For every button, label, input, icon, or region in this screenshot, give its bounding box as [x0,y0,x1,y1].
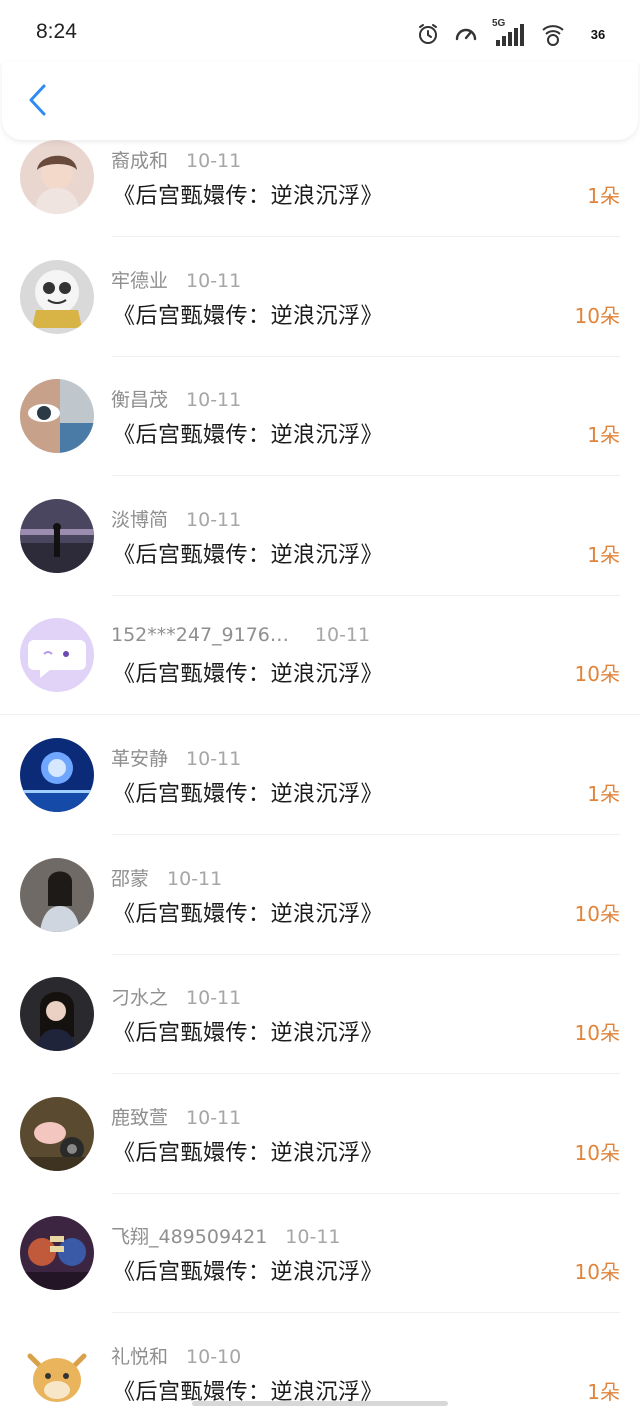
user-name: 衡昌茂 [111,389,169,412]
divider [112,833,620,835]
gift-amount: 1朵 [587,542,620,567]
avatar[interactable] [20,1335,94,1408]
book-title: 《后宫甄嬛传：逆浪沉浮》 [113,303,384,329]
home-indicator[interactable] [192,1401,448,1406]
item-date: 10-11 [186,1106,242,1129]
item-meta: 裔成和 10-11 [111,146,241,172]
item-date: 10-11 [167,867,223,890]
user-name: 飞翔_489509421 [111,1226,268,1249]
avatar[interactable] [20,1096,94,1171]
item-date: 10-11 [186,150,242,172]
item-meta: 刁水之 10-11 [111,983,241,1009]
book-title: 《后宫甄嬛传：逆浪沉浮》 [113,1140,384,1166]
book-title: 《后宫甄嬛传：逆浪沉浮》 [113,1021,384,1047]
avatar[interactable] [20,857,94,932]
user-name: 邵蒙 [111,867,150,890]
wifi-icon [540,21,566,47]
item-meta: 淡博简 10-11 [111,505,241,531]
divider [0,714,640,716]
divider [112,236,620,237]
back-button[interactable] [20,82,54,122]
user-name: 鹿致萱 [111,1106,169,1129]
item-meta: 152***247_9176… 10-11 [111,624,370,650]
item-date: 10-11 [285,1226,341,1249]
avatar[interactable] [20,140,94,214]
divider [112,594,620,596]
item-date: 10-11 [186,269,242,292]
list-item[interactable]: 淡博简 10-11 《后宫甄嬛传：逆浪沉浮》 1朵 [0,498,640,619]
status-bar: 8:24 5G 36 [0,0,640,70]
item-date: 10-11 [314,624,371,647]
item-date: 10-11 [186,747,242,770]
gift-amount: 10朵 [574,1140,620,1165]
book-title: 《后宫甄嬛传：逆浪沉浮》 [113,901,384,927]
divider [112,475,620,477]
book-title: 《后宫甄嬛传：逆浪沉浮》 [113,662,384,688]
item-meta: 礼悦和 10-10 [111,1342,241,1368]
divider [112,1192,620,1194]
gift-amount: 10朵 [574,662,620,687]
item-date: 10-11 [186,389,242,412]
list-item[interactable]: 革安静 10-11 《后宫甄嬛传：逆浪沉浮》 1朵 [0,737,640,858]
book-title: 《后宫甄嬛传：逆浪沉浮》 [113,1260,384,1286]
divider [112,1312,620,1314]
item-meta: 鹿致萱 10-11 [111,1103,241,1129]
chevron-left-icon [27,83,47,121]
user-name: 淡博简 [111,508,169,531]
alarm-clock-icon [416,22,440,46]
avatar[interactable] [20,379,94,454]
user-name: 刁水之 [111,987,169,1010]
item-date: 10-11 [186,987,242,1010]
gift-amount: 1朵 [587,184,620,208]
list-item[interactable]: 衡昌茂 10-11 《后宫甄嬛传：逆浪沉浮》 1朵 [0,379,640,499]
gift-amount: 1朵 [587,1379,620,1404]
list-item[interactable]: 裔成和 10-11 《后宫甄嬛传：逆浪沉浮》 1朵 [0,140,640,260]
item-meta: 邵蒙 10-11 [111,864,222,890]
avatar[interactable] [20,737,94,812]
item-date: 10-11 [186,508,242,531]
book-title: 《后宫甄嬛传：逆浪沉浮》 [113,423,384,449]
user-name: 裔成和 [111,150,169,172]
list-item[interactable]: 鹿致萱 10-11 《后宫甄嬛传：逆浪沉浮》 10朵 [0,1096,640,1217]
divider [112,953,620,955]
user-name: 牢德业 [111,269,169,292]
item-meta: 飞翔_489509421 10-11 [111,1222,341,1248]
gift-amount: 1朵 [587,781,620,806]
user-name: 152***247_9176… [111,624,289,647]
divider [112,355,620,357]
gift-amount: 10朵 [574,1260,620,1285]
gift-amount: 10朵 [574,1021,620,1046]
gift-amount: 1朵 [587,423,620,448]
avatar[interactable] [20,1216,94,1291]
book-title: 《后宫甄嬛传：逆浪沉浮》 [113,781,384,807]
list-item[interactable]: 牢德业 10-11 《后宫甄嬛传：逆浪沉浮》 10朵 [0,259,640,380]
list-item[interactable]: 刁水之 10-11 《后宫甄嬛传：逆浪沉浮》 10朵 [0,977,640,1097]
divider [112,1073,620,1075]
avatar[interactable] [20,977,94,1052]
user-name: 革安静 [111,747,169,770]
gift-amount: 10朵 [574,901,620,926]
status-icons: 5G 36 [416,18,616,50]
speedometer-icon [454,22,478,46]
avatar[interactable] [20,259,94,334]
book-title: 《后宫甄嬛传：逆浪沉浮》 [113,184,384,209]
avatar[interactable] [20,498,94,573]
book-title: 《后宫甄嬛传：逆浪沉浮》 [113,542,384,568]
nav-header [2,62,638,140]
item-meta: 牢德业 10-11 [111,266,241,292]
gift-amount: 10朵 [574,303,620,328]
battery-indicator: 36 [590,26,606,42]
list-item[interactable]: 152***247_9176… 10-11 《后宫甄嬛传：逆浪沉浮》 10朵 [0,618,640,738]
list-item[interactable]: 礼悦和 10-10 《后宫甄嬛传：逆浪沉浮》 1朵 [0,1335,640,1408]
item-meta: 衡昌茂 10-11 [111,385,241,411]
user-name: 礼悦和 [111,1345,169,1368]
list-item[interactable]: 邵蒙 10-11 《后宫甄嬛传：逆浪沉浮》 10朵 [0,857,640,978]
item-meta: 革安静 10-11 [111,744,241,770]
item-date: 10-10 [186,1345,242,1368]
list-item[interactable]: 飞翔_489509421 10-11 《后宫甄嬛传：逆浪沉浮》 10朵 [0,1216,640,1336]
gift-record-list: 裔成和 10-11 《后宫甄嬛传：逆浪沉浮》 1朵 牢德业 10-11 《后宫甄嬛传… [0,140,640,1408]
avatar[interactable] [20,618,94,693]
cellular-5g-icon: 5G [492,18,526,48]
status-time: 8:24 [36,20,77,43]
